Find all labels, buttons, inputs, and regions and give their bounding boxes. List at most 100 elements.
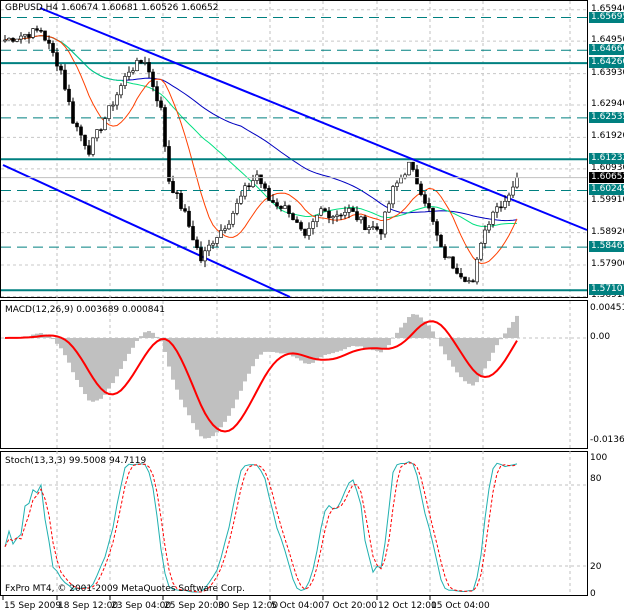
- candle: [491, 211, 495, 225]
- candle: [3, 39, 7, 42]
- candle: [451, 256, 455, 269]
- candle: [471, 280, 475, 283]
- macd-histogram-bar: [283, 338, 287, 354]
- price-axis-label: 1.58920: [591, 226, 624, 237]
- candle: [427, 203, 431, 209]
- candle: [311, 221, 315, 229]
- candle: [155, 86, 159, 102]
- candle: [359, 216, 363, 221]
- time-axis-label: 15 Sep 2009: [4, 601, 62, 611]
- macd-histogram-bar: [439, 338, 443, 347]
- macd-histogram-bar: [259, 338, 263, 355]
- candle: [395, 182, 399, 187]
- candle: [151, 71, 155, 87]
- stoch-axis-80: 80: [590, 474, 602, 484]
- price-axis-label: 1.59910: [591, 195, 624, 206]
- price-level-label: 1.65695: [589, 11, 624, 23]
- candle: [83, 134, 87, 146]
- candle: [7, 37, 11, 41]
- candle: [127, 71, 131, 77]
- candle: [175, 192, 179, 194]
- candle: [447, 256, 451, 259]
- candle: [27, 34, 31, 38]
- candle: [31, 28, 35, 38]
- macd-histogram-bar: [355, 338, 359, 347]
- macd-histogram-bar: [147, 331, 151, 338]
- candle: [247, 185, 251, 188]
- candle: [131, 70, 135, 73]
- macd-histogram-bar: [75, 338, 79, 380]
- price-level-label: 1.58465: [589, 241, 624, 253]
- candle: [123, 76, 127, 86]
- macd-histogram-bar: [483, 338, 487, 369]
- candle: [231, 213, 235, 225]
- macd-histogram-bar: [471, 338, 475, 386]
- candle: [35, 28, 39, 31]
- macd-histogram-bar: [347, 338, 351, 348]
- candle: [431, 207, 435, 222]
- macd-histogram-bar: [55, 338, 59, 344]
- candle: [91, 137, 95, 155]
- macd-histogram-bar: [511, 321, 515, 338]
- candle: [215, 237, 219, 244]
- macd-histogram-bar: [263, 338, 267, 352]
- candle: [295, 219, 299, 223]
- candle: [515, 177, 519, 188]
- candle: [103, 118, 107, 130]
- macd-histogram-bar: [335, 338, 339, 352]
- macd-histogram-bar: [299, 338, 303, 361]
- candle: [51, 43, 55, 53]
- time-axis-label: 25 Sep 20:00: [164, 601, 225, 611]
- candle: [439, 234, 443, 247]
- macd-histogram-bar: [219, 338, 223, 428]
- candle: [227, 223, 231, 230]
- macd-histogram-bar: [139, 336, 143, 338]
- macd-histogram-bar: [119, 338, 123, 369]
- stoch-signal-line: [4, 462, 518, 593]
- macd-histogram-bar: [143, 332, 147, 338]
- macd-histogram-bar: [91, 338, 95, 402]
- macd-histogram-bar: [443, 338, 447, 355]
- macd-axis-min: -0.01367: [590, 435, 624, 445]
- macd-histogram-bar: [199, 338, 203, 437]
- candle: [211, 243, 215, 246]
- macd-histogram-bar: [275, 338, 279, 353]
- macd-histogram-bar: [327, 338, 331, 355]
- candle: [179, 193, 183, 209]
- candle: [71, 101, 75, 124]
- candle: [147, 62, 151, 73]
- candle: [111, 104, 115, 107]
- candle: [499, 206, 503, 209]
- macd-histogram-bar: [151, 332, 155, 338]
- candle: [483, 229, 487, 244]
- macd-histogram-bar: [491, 338, 495, 353]
- macd-histogram-bar: [495, 338, 499, 346]
- macd-histogram-bar: [487, 338, 491, 362]
- ma-fast: [4, 35, 518, 264]
- candle: [163, 107, 167, 147]
- macd-axis-max: 0.00451: [590, 303, 624, 313]
- macd-histogram-bar: [479, 338, 483, 377]
- macd-histogram-bar: [243, 338, 247, 382]
- candle: [319, 208, 323, 216]
- candle: [371, 226, 375, 229]
- candle: [19, 35, 23, 40]
- candle: [415, 169, 419, 185]
- candle: [479, 243, 483, 260]
- macd-histogram-bar: [379, 338, 383, 353]
- stoch-main-line: [4, 461, 518, 593]
- candle: [235, 202, 239, 214]
- candle: [299, 222, 303, 230]
- candle: [15, 38, 19, 42]
- candle: [379, 229, 383, 235]
- candle: [327, 210, 331, 219]
- candle: [375, 226, 379, 230]
- macd-histogram-bar: [427, 325, 431, 338]
- candle: [463, 276, 467, 282]
- candle: [283, 205, 287, 209]
- macd-histogram-bar: [351, 338, 355, 346]
- candle: [419, 183, 423, 195]
- macd-histogram-bar: [383, 338, 387, 350]
- macd-histogram-bar: [323, 338, 327, 355]
- stoch-axis-100: 100: [590, 453, 608, 463]
